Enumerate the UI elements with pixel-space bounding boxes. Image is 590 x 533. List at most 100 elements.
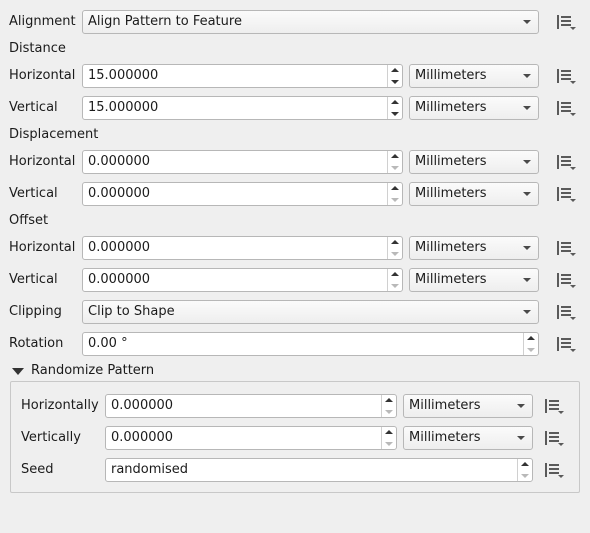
unit-value: Millimeters	[415, 68, 487, 83]
distance-horizontal-spinbox[interactable]: 15.000000	[82, 64, 403, 88]
rotation-data-defined-button[interactable]	[553, 333, 579, 355]
offset-horizontal-unit-combo[interactable]: Millimeters	[409, 236, 539, 260]
displacement-horizontal-unit-combo[interactable]: Millimeters	[409, 150, 539, 174]
clipping-combo[interactable]: Clip to Shape	[82, 300, 539, 324]
spin-buttons[interactable]	[387, 183, 402, 205]
offset-horizontal-value: 0.000000	[88, 240, 151, 255]
chevron-down-icon	[523, 106, 531, 110]
spin-down-icon[interactable]	[391, 112, 399, 116]
chevron-down-icon	[523, 160, 531, 164]
data-defined-override-icon	[545, 463, 564, 478]
distance-vertical-spinbox[interactable]: 15.000000	[82, 96, 403, 120]
spin-buttons[interactable]	[523, 333, 538, 355]
spin-down-icon[interactable]	[385, 442, 393, 446]
spin-up-icon[interactable]	[391, 272, 399, 276]
unit-value: Millimeters	[409, 398, 481, 413]
displacement-vertical-unit-combo[interactable]: Millimeters	[409, 182, 539, 206]
chevron-down-icon	[523, 192, 531, 196]
spin-up-icon[interactable]	[521, 462, 529, 466]
data-defined-override-icon	[557, 101, 576, 116]
unit-value: Millimeters	[415, 186, 487, 201]
unit-value: Millimeters	[415, 272, 487, 287]
distance-header: Distance	[9, 41, 66, 56]
randomize-horizontally-value: 0.000000	[111, 398, 174, 413]
offset-horizontal-data-defined-button[interactable]	[553, 237, 579, 259]
displacement-horizontal-value: 0.000000	[88, 154, 151, 169]
offset-vertical-data-defined-button[interactable]	[553, 269, 579, 291]
data-defined-override-icon	[557, 69, 576, 84]
spin-down-icon[interactable]	[521, 474, 529, 478]
chevron-down-icon	[523, 74, 531, 78]
spin-buttons[interactable]	[387, 97, 402, 119]
distance-vertical-unit-combo[interactable]: Millimeters	[409, 96, 539, 120]
data-defined-override-icon	[557, 155, 576, 170]
alignment-data-defined-button[interactable]	[553, 11, 579, 33]
distance-vertical-value: 15.000000	[88, 100, 159, 115]
chevron-down-icon	[517, 404, 525, 408]
displacement-vertical-spinbox[interactable]: 0.000000	[82, 182, 403, 206]
distance-horizontal-data-defined-button[interactable]	[553, 65, 579, 87]
unit-value: Millimeters	[409, 430, 481, 445]
seed-data-defined-button[interactable]	[541, 459, 567, 481]
randomize-vertically-spinbox[interactable]: 0.000000	[105, 426, 397, 450]
spin-down-icon[interactable]	[391, 80, 399, 84]
randomize-horizontally-data-defined-button[interactable]	[541, 395, 567, 417]
spin-up-icon[interactable]	[391, 100, 399, 104]
alignment-value: Align Pattern to Feature	[88, 14, 242, 29]
spin-buttons[interactable]	[387, 151, 402, 173]
spin-up-icon[interactable]	[385, 430, 393, 434]
spin-down-icon[interactable]	[391, 166, 399, 170]
spin-up-icon[interactable]	[391, 68, 399, 72]
chevron-down-icon	[523, 278, 531, 282]
spin-up-icon[interactable]	[527, 336, 535, 340]
chevron-down-icon	[517, 436, 525, 440]
randomize-vertically-unit-combo[interactable]: Millimeters	[403, 426, 533, 450]
distance-horizontal-unit-combo[interactable]: Millimeters	[409, 64, 539, 88]
alignment-combo[interactable]: Align Pattern to Feature	[82, 10, 539, 34]
chevron-down-icon	[523, 310, 531, 314]
spin-down-icon[interactable]	[391, 284, 399, 288]
randomize-horizontally-spinbox[interactable]: 0.000000	[105, 394, 397, 418]
displacement-vertical-value: 0.000000	[88, 186, 151, 201]
unit-value: Millimeters	[415, 154, 487, 169]
displacement-horizontal-label: Horizontal	[9, 154, 76, 169]
rotation-label: Rotation	[9, 336, 64, 351]
spin-buttons[interactable]	[517, 459, 532, 481]
offset-horizontal-label: Horizontal	[9, 240, 76, 255]
spin-down-icon[interactable]	[527, 348, 535, 352]
randomize-horizontally-unit-combo[interactable]: Millimeters	[403, 394, 533, 418]
offset-horizontal-spinbox[interactable]: 0.000000	[82, 236, 403, 260]
seed-value: randomised	[111, 462, 189, 477]
randomize-group-toggle[interactable]: Randomize Pattern	[10, 363, 180, 381]
spin-buttons[interactable]	[387, 269, 402, 291]
displacement-horizontal-spinbox[interactable]: 0.000000	[82, 150, 403, 174]
distance-horizontal-value: 15.000000	[88, 68, 159, 83]
spin-up-icon[interactable]	[391, 186, 399, 190]
spin-down-icon[interactable]	[385, 410, 393, 414]
offset-vertical-unit-combo[interactable]: Millimeters	[409, 268, 539, 292]
spin-down-icon[interactable]	[391, 252, 399, 256]
clipping-label: Clipping	[9, 304, 62, 319]
displacement-vertical-data-defined-button[interactable]	[553, 183, 579, 205]
displacement-vertical-label: Vertical	[9, 186, 58, 201]
spin-buttons[interactable]	[381, 395, 396, 417]
spin-buttons[interactable]	[381, 427, 396, 449]
rotation-spinbox[interactable]: 0.00 °	[82, 332, 539, 356]
spin-up-icon[interactable]	[385, 398, 393, 402]
spin-up-icon[interactable]	[391, 154, 399, 158]
spin-buttons[interactable]	[387, 65, 402, 87]
chevron-down-icon	[523, 20, 531, 24]
displacement-horizontal-data-defined-button[interactable]	[553, 151, 579, 173]
offset-vertical-value: 0.000000	[88, 272, 151, 287]
offset-vertical-spinbox[interactable]: 0.000000	[82, 268, 403, 292]
spin-buttons[interactable]	[387, 237, 402, 259]
spin-up-icon[interactable]	[391, 240, 399, 244]
rotation-value: 0.00 °	[88, 336, 128, 351]
data-defined-override-icon	[545, 431, 564, 446]
seed-spinbox[interactable]: randomised	[105, 458, 533, 482]
data-defined-override-icon	[557, 15, 576, 30]
spin-down-icon[interactable]	[391, 198, 399, 202]
randomize-vertically-data-defined-button[interactable]	[541, 427, 567, 449]
distance-vertical-data-defined-button[interactable]	[553, 97, 579, 119]
clipping-data-defined-button[interactable]	[553, 301, 579, 323]
